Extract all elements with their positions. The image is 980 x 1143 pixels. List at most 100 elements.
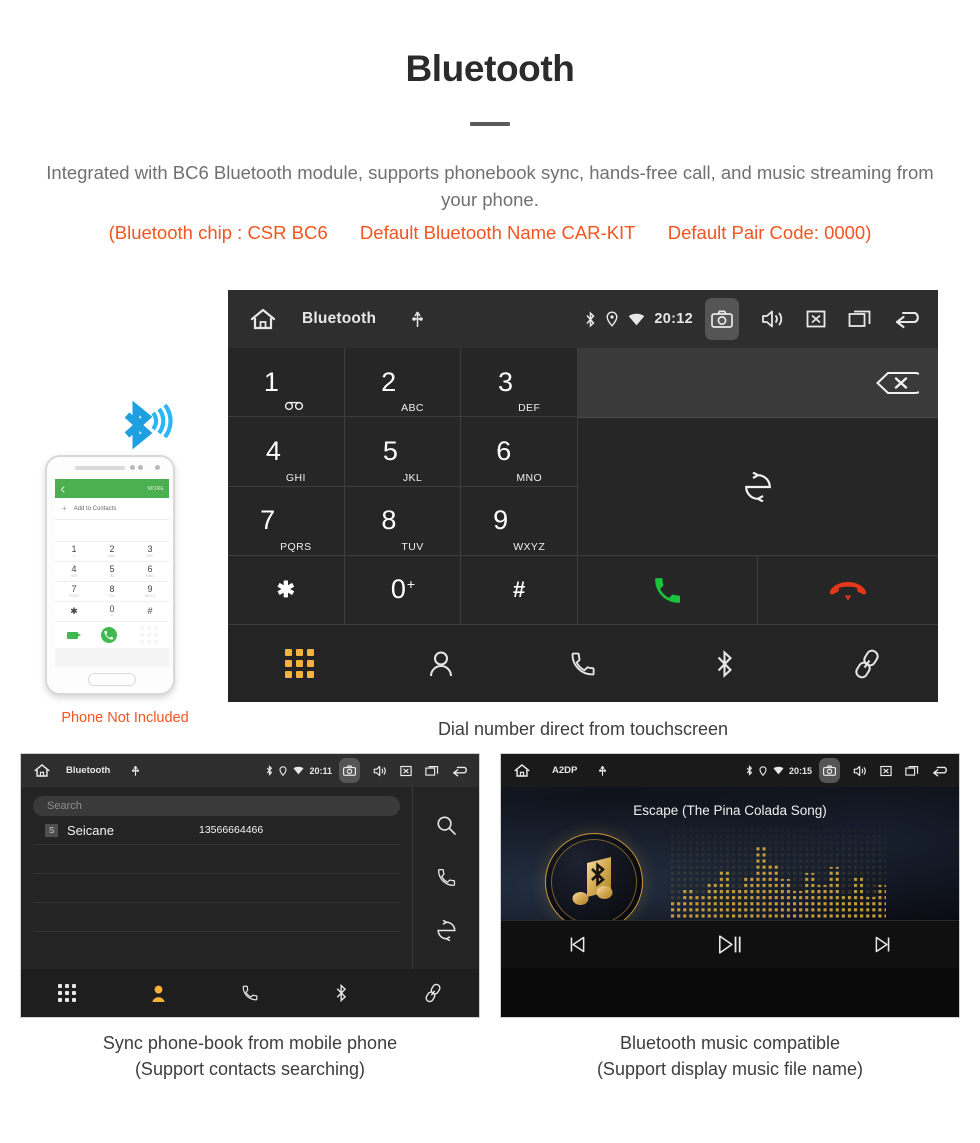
album-art: [545, 833, 643, 931]
phone-number-field: [55, 520, 169, 542]
phone-mockup: MORE + Add to Contacts 1 ∞ 2 ABC 3 DEF 4 GHI…: [45, 400, 189, 726]
music-caption-line1: Bluetooth music compatible: [619, 1033, 841, 1053]
home-icon[interactable]: [250, 307, 276, 331]
call-icon[interactable]: [436, 867, 457, 888]
nav-keypad[interactable]: [228, 649, 370, 678]
usb-icon: [412, 310, 423, 329]
call-button[interactable]: [578, 556, 758, 625]
nav-bluetooth[interactable]: [654, 649, 796, 679]
dial-key-4[interactable]: 4 GHI: [228, 417, 345, 487]
phone-more-label: MORE: [147, 485, 164, 492]
hangup-button[interactable]: [758, 556, 938, 625]
dial-key-digit: 1: [263, 366, 279, 397]
recents-icon[interactable]: [905, 765, 919, 777]
bluetooth-signal-icon: [117, 399, 179, 454]
status-time: 20:11: [309, 765, 332, 776]
phone-add-contact-label: Add to Contacts: [73, 505, 117, 512]
sync-icon[interactable]: [436, 920, 457, 942]
phone-key-num: 0: [109, 604, 115, 614]
back-icon[interactable]: [932, 765, 950, 777]
dial-key-1[interactable]: 1: [228, 348, 345, 418]
list-item-empty: [33, 874, 400, 903]
home-icon[interactable]: [34, 763, 50, 778]
phone-home-button: [88, 673, 136, 686]
dialer-number-display[interactable]: [578, 348, 938, 418]
plus-icon: +: [62, 504, 67, 513]
music-caption: Bluetooth music compatible (Support disp…: [500, 1030, 960, 1082]
phone-key: 4 GHI: [55, 562, 93, 582]
wifi-icon: [773, 766, 784, 775]
wifi-icon: [628, 313, 645, 326]
dialer-body: 1 2 ABC 3 DEF 4 GHI 5 JKL 6 MNO 7 PQRS 8 TUV 9W…: [228, 348, 938, 702]
voicemail-icon: [284, 399, 308, 414]
phone-key-num: 4: [71, 564, 77, 574]
audio-transfer-button[interactable]: [578, 418, 938, 556]
previous-button[interactable]: [501, 934, 654, 955]
nav-link[interactable]: [796, 649, 938, 679]
phone-key-num: 3: [147, 544, 153, 554]
home-icon[interactable]: [514, 763, 530, 778]
play-pause-button[interactable]: [654, 933, 807, 956]
back-icon[interactable]: [894, 309, 924, 329]
dial-key-3[interactable]: 3 DEF: [461, 348, 578, 418]
link-icon: [424, 983, 442, 1003]
phone-key: 7 PQRS: [55, 582, 93, 602]
dial-key-digit: 7: [260, 505, 276, 536]
dial-key-5[interactable]: 5 JKL: [344, 417, 462, 487]
dial-key-star[interactable]: ✱: [228, 555, 345, 625]
dial-key-0[interactable]: 0 +: [344, 555, 462, 625]
dial-key-9[interactable]: 9 WXYZ: [461, 486, 578, 556]
status-time: 20:12: [654, 311, 693, 327]
dial-key-letters: MNO: [516, 471, 543, 484]
search-input[interactable]: Search: [33, 796, 400, 816]
bluetooth-icon: [585, 310, 596, 328]
phone-camera: [155, 465, 160, 470]
volume-icon[interactable]: [761, 309, 784, 329]
dial-key-6[interactable]: 6 MNO: [461, 417, 578, 487]
dial-key-digit: 2: [381, 366, 397, 397]
nav-contacts[interactable]: [113, 984, 205, 1003]
dial-key-8[interactable]: 8 TUV: [344, 486, 462, 556]
music-title: A2DP: [552, 765, 578, 776]
mute-box-icon[interactable]: [880, 765, 892, 777]
volume-icon[interactable]: [853, 765, 867, 777]
phone-key-num: ✱: [70, 606, 78, 616]
mute-box-icon[interactable]: [400, 765, 412, 777]
camera-icon[interactable]: [339, 758, 360, 783]
dial-key-letters: WXYZ: [513, 540, 546, 553]
nav-call-log[interactable]: [512, 650, 654, 678]
nav-keypad[interactable]: [21, 984, 113, 1002]
dial-key-hash[interactable]: #: [461, 555, 578, 625]
play-pause-icon: [717, 933, 743, 956]
next-button[interactable]: [806, 934, 959, 955]
page-title: Bluetooth: [405, 48, 575, 89]
phone-key-sub: TUV: [108, 594, 116, 598]
phone-body: MORE + Add to Contacts 1 ∞ 2 ABC 3 DEF 4 GHI…: [45, 455, 175, 695]
phone-key-num: 9: [147, 584, 153, 594]
dial-key-2[interactable]: 2 ABC: [344, 348, 462, 418]
voicemail-icon: [66, 631, 81, 639]
phone-key-num: 1: [71, 544, 77, 554]
dial-key-7[interactable]: 7 PQRS: [228, 486, 345, 556]
recents-icon[interactable]: [848, 309, 872, 329]
dial-key-digit: 4: [265, 435, 281, 466]
nav-call-log[interactable]: [204, 984, 296, 1002]
camera-icon[interactable]: [819, 758, 840, 783]
bluetooth-icon: [266, 765, 273, 776]
phone-key: #: [131, 602, 169, 622]
back-icon[interactable]: [452, 765, 470, 777]
volume-icon[interactable]: [373, 765, 387, 777]
nav-contacts[interactable]: [370, 650, 512, 678]
phone-key-sub: MNO: [145, 574, 155, 578]
camera-icon[interactable]: [705, 298, 739, 340]
search-icon[interactable]: [436, 815, 457, 836]
phone-key: 1 ∞: [55, 542, 93, 562]
recents-icon[interactable]: [425, 765, 439, 777]
nav-bluetooth[interactable]: [296, 983, 388, 1003]
nav-link[interactable]: [387, 983, 479, 1003]
mute-box-icon[interactable]: [806, 309, 826, 329]
sync-transfer-icon: [743, 471, 773, 502]
list-item[interactable]: S Seicane 13566664466: [33, 816, 400, 845]
call-log-icon: [569, 650, 597, 678]
backspace-icon[interactable]: [875, 371, 919, 395]
